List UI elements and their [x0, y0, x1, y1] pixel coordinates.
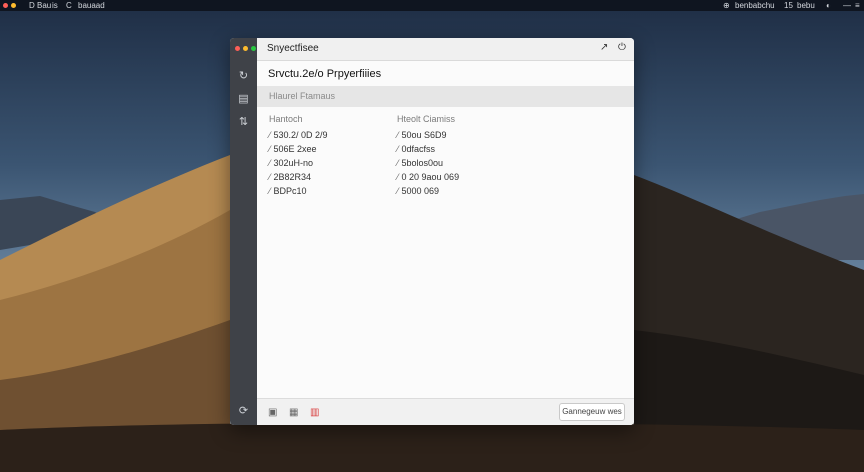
- list-item-value: 5000 069: [401, 186, 440, 196]
- list-item[interactable]: ⁄ 302uH-no: [269, 156, 328, 170]
- list-item-value: 0 20 9aou 069: [401, 172, 460, 182]
- list-item[interactable]: ⁄ 50ou S6D9: [397, 128, 459, 142]
- zoom-button[interactable]: [251, 46, 256, 51]
- list-item-value: 506E 2xee: [273, 144, 317, 154]
- section-label: Hlaurel Ftamaus: [269, 91, 336, 101]
- footer-action-button[interactable]: Gannegeuw wes: [559, 403, 625, 421]
- title-bar: Snyectfisee ↗ ⏻: [257, 38, 634, 61]
- property-column-left: Hantoch ⁄ 530.2/ 0D 2/9 ⁄ 506E 2xee ⁄ 302uH…: [269, 114, 328, 198]
- edit-icon: ⁄: [269, 130, 271, 140]
- edit-icon: ⁄: [397, 158, 399, 168]
- menu-item[interactable]: bauaad: [78, 0, 105, 11]
- menu-item[interactable]: is: [52, 0, 58, 11]
- list-item-value: 2B82R34: [273, 172, 312, 182]
- delete-icon[interactable]: ▥: [310, 407, 319, 418]
- view-icon[interactable]: ▣: [268, 407, 277, 418]
- status-item[interactable]: bebu: [797, 0, 815, 11]
- sidebar: ↻ ▤ ⇅ ⟳: [230, 38, 257, 425]
- window-controls: [235, 46, 256, 51]
- edit-icon: ⁄: [269, 172, 271, 182]
- menu-bar-dots: [3, 3, 16, 8]
- edit-icon: ⁄: [397, 130, 399, 140]
- main-content: Snyectfisee ↗ ⏻ Srvctu.2e/o Prpyerfiiies…: [257, 38, 634, 425]
- edit-icon: ⁄: [397, 144, 399, 154]
- menu-bar: D Bau is C bauaad ⊕ benbabchu 15 bebu ◐ …: [0, 0, 864, 11]
- list-item-value: 50ou S6D9: [401, 130, 447, 140]
- column-header: Hantoch: [269, 114, 303, 124]
- system-properties-window: ↻ ▤ ⇅ ⟳ Snyectfisee ↗ ⏻ Srvctu.2e/o Prpy…: [230, 38, 634, 425]
- minimize-button[interactable]: [243, 46, 248, 51]
- sidebar-sort-icon[interactable]: ⇅: [237, 116, 250, 129]
- sidebar-settings-icon[interactable]: ⟳: [237, 405, 250, 418]
- list-item[interactable]: ⁄ 5bolos0ou: [397, 156, 459, 170]
- list-item[interactable]: ⁄ 2B82R34: [269, 170, 328, 184]
- window-title: Snyectfisee: [267, 43, 319, 54]
- edit-icon: ⁄: [269, 144, 271, 154]
- list-item-value: 302uH-no: [273, 158, 314, 168]
- sidebar-document-icon[interactable]: ▤: [237, 93, 250, 106]
- menu-item[interactable]: C: [66, 0, 72, 11]
- list-item-value: BDPc10: [273, 186, 307, 196]
- list-item[interactable]: ⁄ 5000 069: [397, 184, 459, 198]
- sidebar-refresh-icon[interactable]: ↻: [237, 70, 250, 83]
- edit-icon: ⁄: [269, 186, 271, 196]
- edit-icon: ⁄: [269, 158, 271, 168]
- red-dot-icon: [3, 3, 8, 8]
- folder-icon[interactable]: ▦: [289, 407, 298, 418]
- property-column-right: Hteolt Ciamiss ⁄ 50ou S6D9 ⁄ 0dfacfss ⁄ 5bo…: [397, 114, 459, 198]
- list-item-value: 0dfacfss: [401, 144, 436, 154]
- list-item-value: 5bolos0ou: [401, 158, 444, 168]
- section-header: Hlaurel Ftamaus: [257, 86, 634, 107]
- window-footer: ▣ ▦ ▥ Gannegeuw wes: [257, 398, 634, 425]
- edit-icon: ⁄: [397, 172, 399, 182]
- status-item[interactable]: —: [843, 0, 851, 11]
- power-icon[interactable]: ⏻: [618, 42, 626, 53]
- list-item[interactable]: ⁄ 0 20 9aou 069: [397, 170, 459, 184]
- close-button[interactable]: [235, 46, 240, 51]
- list-item[interactable]: ⁄ BDPc10: [269, 184, 328, 198]
- control-center-icon[interactable]: ◐: [826, 0, 831, 11]
- yellow-dot-icon: [11, 3, 16, 8]
- column-header: Hteolt Ciamiss: [397, 114, 456, 124]
- status-item[interactable]: 15: [784, 0, 793, 11]
- page-title: Srvctu.2e/o Prpyerfiiies: [268, 68, 382, 80]
- status-item[interactable]: benbabchu: [735, 0, 775, 11]
- share-icon[interactable]: ↗: [600, 42, 608, 53]
- menu-item[interactable]: D Bau: [29, 0, 51, 11]
- list-item[interactable]: ⁄ 506E 2xee: [269, 142, 328, 156]
- status-icon[interactable]: ⊕: [723, 0, 730, 11]
- menu-extra-icon[interactable]: ≡: [855, 0, 860, 11]
- list-item-value: 530.2/ 0D 2/9: [273, 130, 328, 140]
- list-item[interactable]: ⁄ 530.2/ 0D 2/9: [269, 128, 328, 142]
- edit-icon: ⁄: [397, 186, 399, 196]
- list-item[interactable]: ⁄ 0dfacfss: [397, 142, 459, 156]
